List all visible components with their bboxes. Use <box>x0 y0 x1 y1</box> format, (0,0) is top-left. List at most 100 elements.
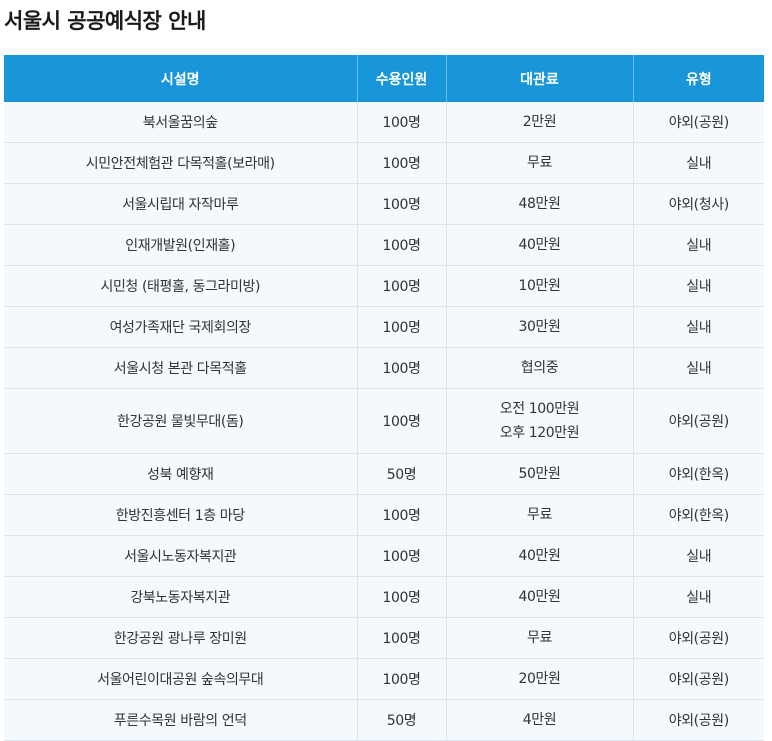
fee-line: 50만원 <box>518 466 561 482</box>
table-row: 시민청 (태평홀, 동그라미방) 100명 10만원 실내 <box>4 265 764 307</box>
cell-type: 실내 <box>633 306 764 348</box>
table-row: 여성가족재단 국제회의장 100명 30만원 실내 <box>4 306 764 348</box>
table-row: 한강공원 물빛무대(돔) 100명 오전 100만원 오후 120만원 야외(공원) <box>4 388 764 454</box>
fee-line: 오후 120만원 <box>499 425 580 441</box>
cell-capacity: 100명 <box>357 224 447 266</box>
cell-type: 야외(한옥) <box>633 453 764 495</box>
table-row: 서울어린이대공원 숲속의무대 100명 20만원 야외(공원) <box>4 658 764 700</box>
cell-facility-name: 인재개발원(인재홀) <box>4 224 358 266</box>
cell-facility-name: 성북 예향재 <box>4 453 358 495</box>
cell-rental-fee: 30만원 <box>446 306 634 348</box>
header-facility-name: 시설명 <box>4 55 358 102</box>
cell-capacity: 100명 <box>357 535 447 577</box>
cell-facility-name: 북서울꿈의숲 <box>4 102 358 143</box>
cell-type: 실내 <box>633 576 764 618</box>
fee-line: 무료 <box>527 630 552 646</box>
cell-rental-fee: 48만원 <box>446 183 634 225</box>
table-row: 강북노동자복지관 100명 40만원 실내 <box>4 576 764 618</box>
table-row: 인재개발원(인재홀) 100명 40만원 실내 <box>4 224 764 266</box>
table-row: 성북 예향재 50명 50만원 야외(한옥) <box>4 453 764 495</box>
cell-facility-name: 여성가족재단 국제회의장 <box>4 306 358 348</box>
cell-rental-fee: 4만원 <box>446 699 634 741</box>
cell-rental-fee: 무료 <box>446 494 634 536</box>
cell-type: 야외(공원) <box>633 388 764 454</box>
fee-line: 40만원 <box>518 237 561 253</box>
fee-line: 무료 <box>527 507 552 523</box>
cell-rental-fee: 40만원 <box>446 224 634 266</box>
cell-capacity: 50명 <box>357 453 447 495</box>
cell-type: 야외(공원) <box>633 102 764 143</box>
cell-capacity: 100명 <box>357 494 447 536</box>
cell-type: 실내 <box>633 142 764 184</box>
venue-table: 시설명 수용인원 대관료 유형 북서울꿈의숲 100명 2만원 야외(공원) 시민안전체… <box>4 55 764 741</box>
cell-rental-fee: 무료 <box>446 142 634 184</box>
table-row: 한방진흥센터 1층 마당 100명 무료 야외(한옥) <box>4 494 764 536</box>
cell-rental-fee: 10만원 <box>446 265 634 307</box>
cell-type: 실내 <box>633 535 764 577</box>
venue-table-container: 시설명 수용인원 대관료 유형 북서울꿈의숲 100명 2만원 야외(공원) 시민안전체… <box>4 55 764 741</box>
fee-line: 협의중 <box>520 360 559 376</box>
cell-rental-fee: 20만원 <box>446 658 634 700</box>
cell-capacity: 100명 <box>357 306 447 348</box>
cell-capacity: 100명 <box>357 183 447 225</box>
cell-type: 실내 <box>633 347 764 389</box>
cell-facility-name: 서울시노동자복지관 <box>4 535 358 577</box>
fee-line: 10만원 <box>518 278 561 294</box>
cell-facility-name: 한강공원 물빛무대(돔) <box>4 388 358 454</box>
fee-line: 무료 <box>527 155 552 171</box>
header-type: 유형 <box>633 55 764 102</box>
cell-rental-fee: 무료 <box>446 617 634 659</box>
cell-capacity: 100명 <box>357 265 447 307</box>
table-row: 한강공원 광나루 장미원 100명 무료 야외(공원) <box>4 617 764 659</box>
cell-capacity: 100명 <box>357 347 447 389</box>
table-row: 서울시노동자복지관 100명 40만원 실내 <box>4 535 764 577</box>
cell-rental-fee: 40만원 <box>446 576 634 618</box>
table-row: 시민안전체험관 다목적홀(보라매) 100명 무료 실내 <box>4 142 764 184</box>
cell-type: 실내 <box>633 265 764 307</box>
cell-capacity: 100명 <box>357 658 447 700</box>
fee-line: 30만원 <box>518 319 561 335</box>
fee-line: 40만원 <box>518 589 561 605</box>
cell-facility-name: 서울시립대 자작마루 <box>4 183 358 225</box>
table-row: 서울시립대 자작마루 100명 48만원 야외(청사) <box>4 183 764 225</box>
cell-capacity: 100명 <box>357 617 447 659</box>
table-row: 서울시청 본관 다목적홀 100명 협의중 실내 <box>4 347 764 389</box>
cell-facility-name: 한방진흥센터 1층 마당 <box>4 494 358 536</box>
cell-type: 야외(공원) <box>633 658 764 700</box>
cell-facility-name: 서울시청 본관 다목적홀 <box>4 347 358 389</box>
cell-facility-name: 한강공원 광나루 장미원 <box>4 617 358 659</box>
cell-rental-fee: 오전 100만원오후 120만원 <box>446 388 634 454</box>
cell-capacity: 100명 <box>357 576 447 618</box>
cell-type: 야외(청사) <box>633 183 764 225</box>
cell-facility-name: 시민청 (태평홀, 동그라미방) <box>4 265 358 307</box>
cell-rental-fee: 50만원 <box>446 453 634 495</box>
fee-line: 4만원 <box>522 712 557 728</box>
cell-capacity: 50명 <box>357 699 447 741</box>
cell-facility-name: 서울어린이대공원 숲속의무대 <box>4 658 358 700</box>
cell-rental-fee: 협의중 <box>446 347 634 389</box>
cell-rental-fee: 40만원 <box>446 535 634 577</box>
cell-rental-fee: 2만원 <box>446 102 634 143</box>
cell-type: 야외(공원) <box>633 617 764 659</box>
cell-capacity: 100명 <box>357 142 447 184</box>
cell-type: 실내 <box>633 224 764 266</box>
fee-line: 2만원 <box>522 114 557 130</box>
fee-line: 오전 100만원 <box>499 401 580 417</box>
cell-facility-name: 시민안전체험관 다목적홀(보라매) <box>4 142 358 184</box>
table-row: 북서울꿈의숲 100명 2만원 야외(공원) <box>4 102 764 143</box>
cell-type: 야외(한옥) <box>633 494 764 536</box>
cell-facility-name: 강북노동자복지관 <box>4 576 358 618</box>
fee-line: 20만원 <box>518 671 561 687</box>
header-rental-fee: 대관료 <box>446 55 634 102</box>
table-row: 푸른수목원 바람의 언덕 50명 4만원 야외(공원) <box>4 699 764 741</box>
fee-line: 40만원 <box>518 548 561 564</box>
table-body: 북서울꿈의숲 100명 2만원 야외(공원) 시민안전체험관 다목적홀(보라매) 100명… <box>4 102 764 741</box>
page-title: 서울시 공공예식장 안내 <box>4 9 206 33</box>
cell-type: 야외(공원) <box>633 699 764 741</box>
cell-capacity: 100명 <box>357 388 447 454</box>
header-row: 시설명 수용인원 대관료 유형 <box>4 55 764 102</box>
fee-line: 48만원 <box>518 196 561 212</box>
table-header: 시설명 수용인원 대관료 유형 <box>4 55 764 102</box>
header-capacity: 수용인원 <box>357 55 447 102</box>
cell-capacity: 100명 <box>357 102 447 143</box>
